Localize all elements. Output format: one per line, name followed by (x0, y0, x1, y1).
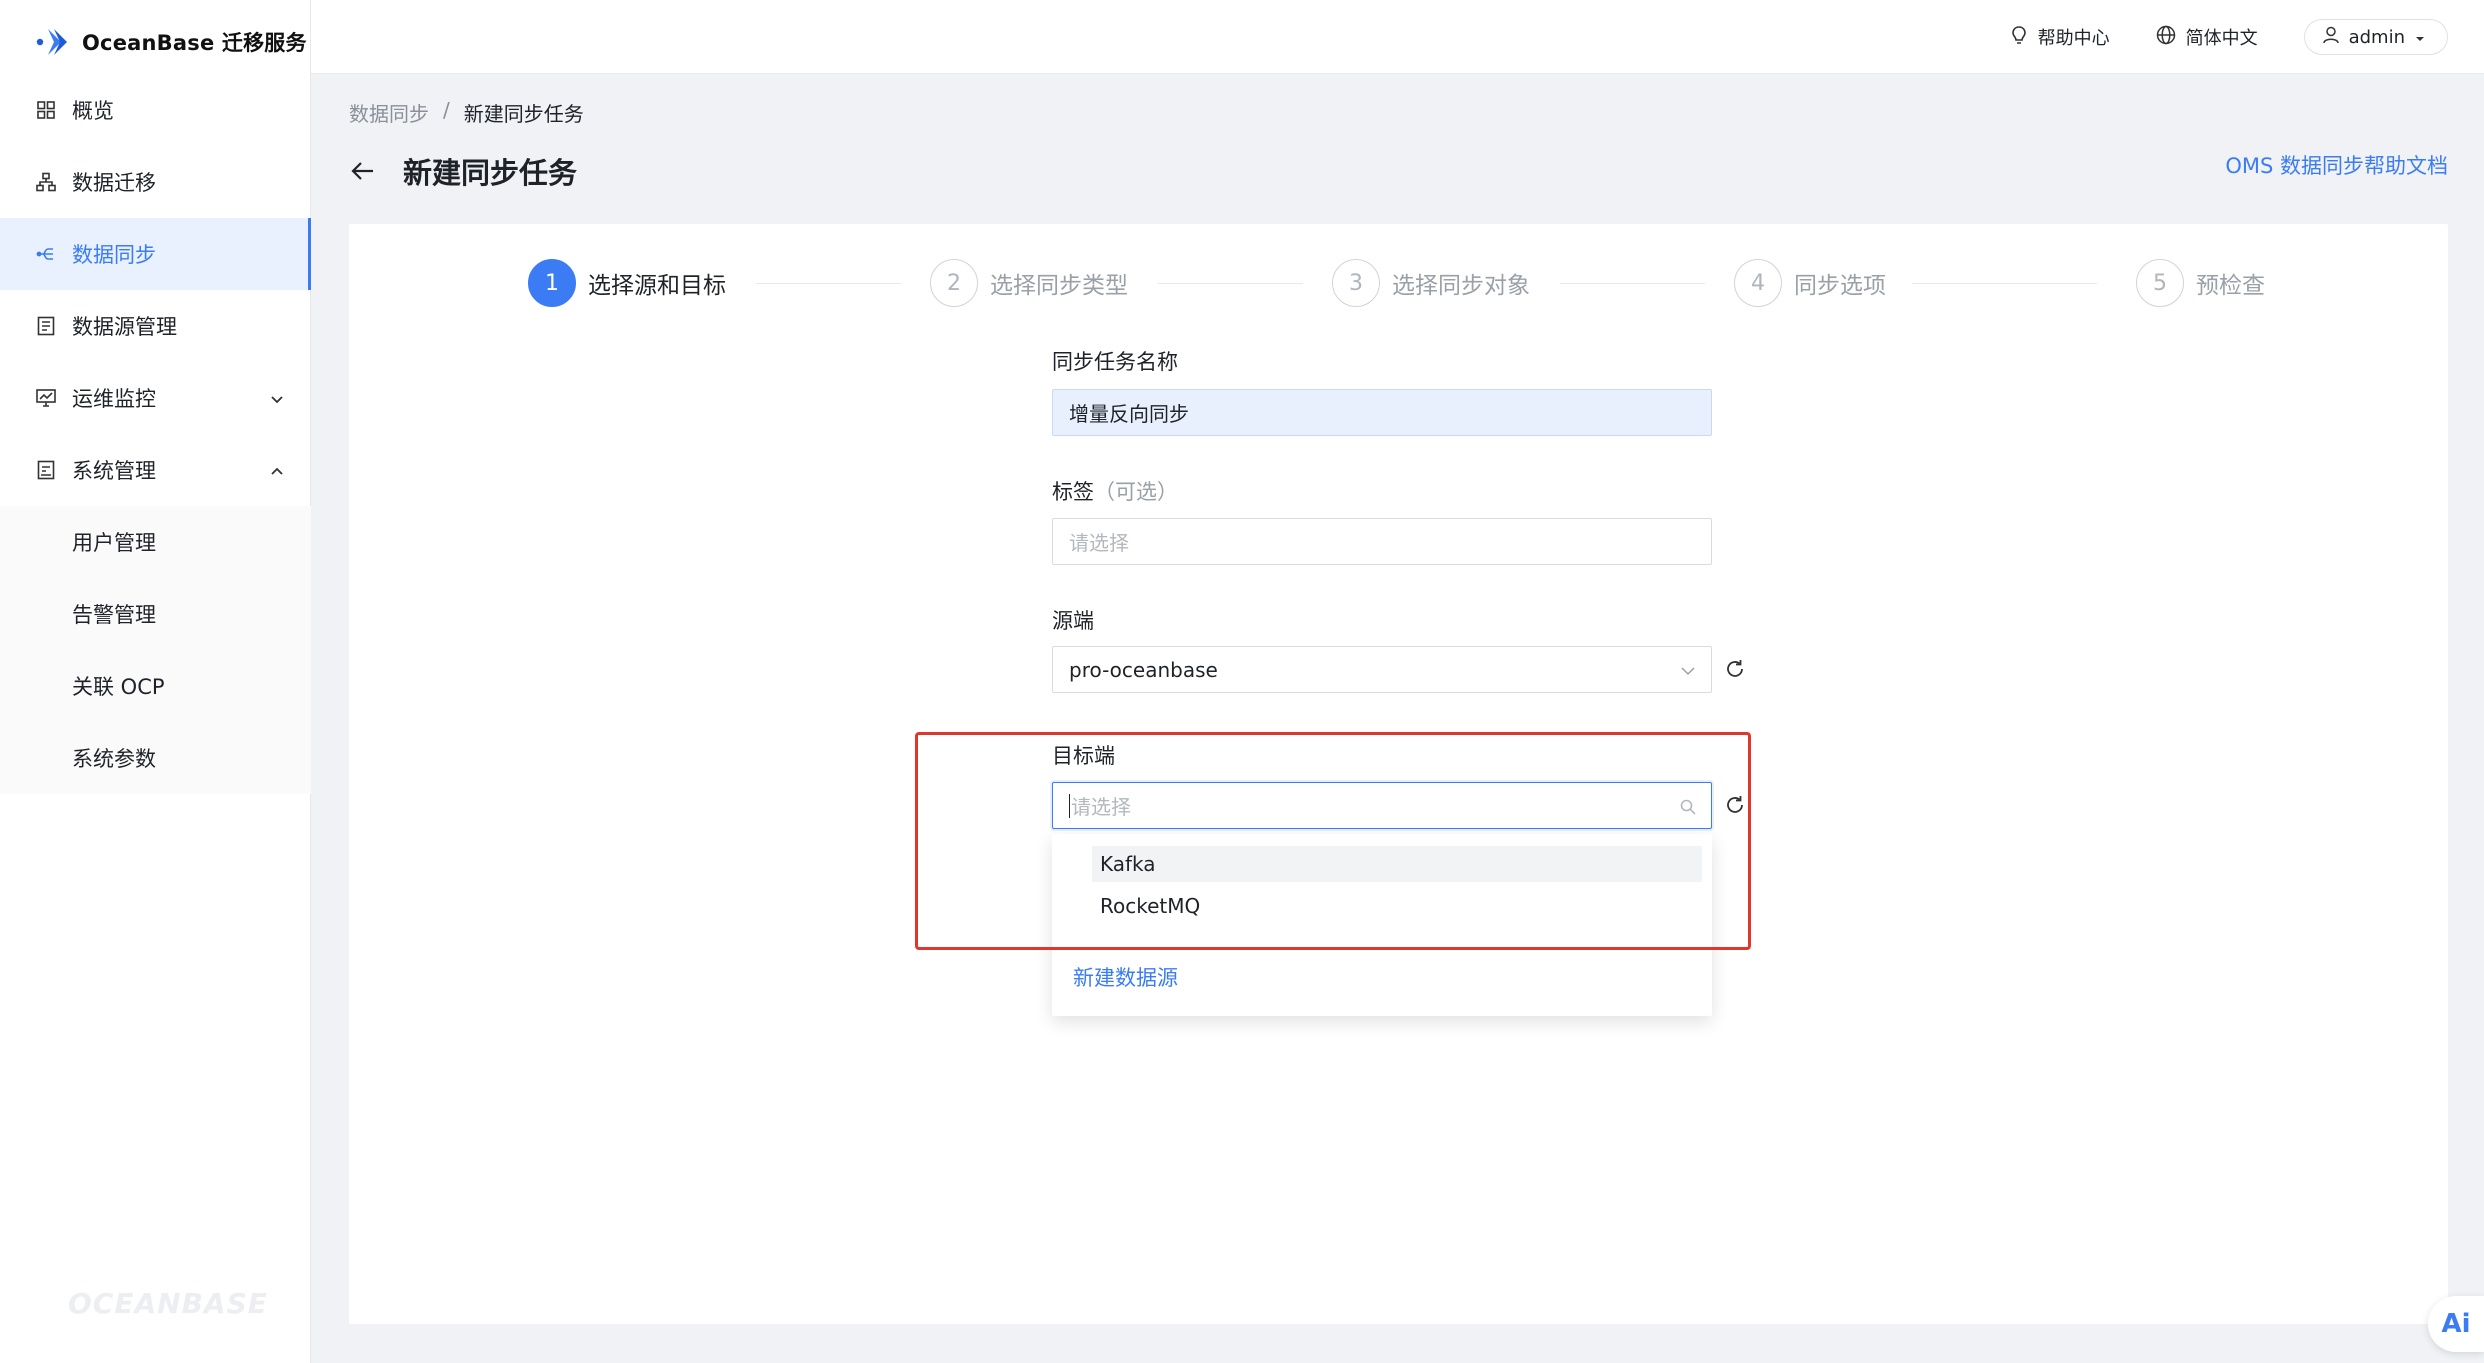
step-connector (1158, 283, 1303, 284)
monitor-chart-icon (36, 388, 56, 408)
footer-brand-logo: OCEANBASE (68, 1287, 268, 1320)
lightbulb-icon (2010, 25, 2028, 50)
language-switch[interactable]: 简体中文 (2156, 24, 2258, 50)
text-caret (1069, 793, 1070, 818)
breadcrumb: 数据同步 / 新建同步任务 (349, 98, 584, 127)
sidebar-item-label: 运维监控 (72, 387, 156, 411)
step-number: 2 (930, 259, 978, 307)
target-placeholder: 请选择 (1071, 795, 1131, 819)
sync-help-doc-link[interactable]: OMS 数据同步帮助文档 (2225, 150, 2448, 180)
back-arrow-icon[interactable] (349, 157, 377, 185)
help-center-link[interactable]: 帮助中心 (2010, 24, 2110, 50)
app-root: OceanBase 迁移服务 概览 数据迁移 数据同步 数据源管理 运维监控 系… (0, 0, 2484, 1363)
tag-optional-hint: （可选） (1094, 480, 1178, 504)
sidebar-item-system-params[interactable]: 系统参数 (0, 722, 311, 794)
step-number: 1 (528, 259, 576, 307)
sidebar-item-data-migration[interactable]: 数据迁移 (0, 146, 311, 218)
sidebar-item-user-management[interactable]: 用户管理 (0, 506, 311, 578)
task-name-input[interactable]: 增量反向同步 (1052, 389, 1712, 436)
target-select-input[interactable]: 请选择 (1052, 782, 1712, 829)
step-connector (756, 283, 901, 284)
sidebar-nav: 概览 数据迁移 数据同步 数据源管理 运维监控 系统管理 用户管理 告警管理 关… (0, 74, 311, 794)
sidebar-item-label: 数据源管理 (72, 315, 177, 339)
sidebar-subnav-system: 用户管理 告警管理 关联 OCP 系统参数 (0, 506, 311, 794)
user-icon (2322, 26, 2339, 49)
step-label: 选择同步对象 (1392, 273, 1530, 299)
search-icon (1679, 797, 1697, 815)
step-number: 3 (1332, 259, 1380, 307)
source-refresh-icon[interactable] (1724, 658, 1748, 682)
target-label: 目标端 (1052, 744, 1115, 768)
sidebar-item-datasource[interactable]: 数据源管理 (0, 290, 311, 362)
sidebar: OceanBase 迁移服务 概览 数据迁移 数据同步 数据源管理 运维监控 系… (0, 0, 311, 1363)
chevron-down-icon (269, 388, 285, 404)
step-2: 2 选择同步类型 (930, 259, 1128, 307)
sidebar-item-label: 数据迁移 (72, 171, 156, 195)
sidebar-item-system-admin[interactable]: 系统管理 (0, 434, 311, 506)
step-5: 5 预检查 (2136, 259, 2265, 307)
source-value: pro-oceanbase (1069, 657, 1218, 682)
logo[interactable]: OceanBase 迁移服务 (34, 22, 307, 62)
globe-icon (2156, 25, 2176, 50)
dropdown-option-rocketmq[interactable]: RocketMQ (1092, 888, 1702, 924)
page-title: 新建同步任务 (403, 156, 578, 190)
chevron-down-icon (1679, 661, 1697, 679)
step-1: 1 选择源和目标 (528, 259, 726, 307)
task-name-value: 增量反向同步 (1069, 402, 1189, 426)
step-connector (1560, 283, 1705, 284)
target-dropdown: Kafka RocketMQ 新建数据源 (1052, 834, 1712, 1016)
tag-select[interactable]: 请选择 (1052, 518, 1712, 565)
breadcrumb-parent[interactable]: 数据同步 (349, 98, 429, 127)
user-name: admin (2348, 26, 2405, 48)
source-label: 源端 (1052, 609, 1094, 633)
system-board-icon (36, 460, 56, 480)
page-header: 新建同步任务 (349, 150, 577, 192)
step-number: 5 (2136, 259, 2184, 307)
top-header: 帮助中心 简体中文 admin (311, 0, 2484, 74)
source-select[interactable]: pro-oceanbase (1052, 646, 1712, 693)
header-actions: 帮助中心 简体中文 admin (2010, 19, 2448, 55)
grid-icon (36, 100, 56, 120)
step-label: 选择源和目标 (588, 273, 726, 299)
ai-assistant-button[interactable]: Ai (2428, 1296, 2484, 1352)
sidebar-item-data-sync[interactable]: 数据同步 (0, 218, 311, 290)
hierarchy-icon (36, 172, 56, 192)
sidebar-item-ops-monitor[interactable]: 运维监控 (0, 362, 311, 434)
create-datasource-link[interactable]: 新建数据源 (1073, 962, 1178, 992)
tag-placeholder: 请选择 (1069, 531, 1129, 555)
step-4: 4 同步选项 (1734, 259, 1886, 307)
sidebar-item-link-ocp[interactable]: 关联 OCP (0, 650, 311, 722)
logo-text: OceanBase 迁移服务 (82, 31, 307, 55)
sidebar-item-label: 概览 (72, 99, 114, 123)
dropdown-option-kafka[interactable]: Kafka (1092, 846, 1702, 882)
steps-bar: 1 选择源和目标 2 选择同步类型 3 选择同步对象 4 同步选项 5 预检查 (349, 259, 2448, 309)
user-menu[interactable]: admin (2303, 19, 2448, 55)
help-center-label: 帮助中心 (2037, 28, 2110, 49)
sidebar-item-alert-management[interactable]: 告警管理 (0, 578, 311, 650)
step-3: 3 选择同步对象 (1332, 259, 1530, 307)
step-number: 4 (1734, 259, 1782, 307)
caret-down-icon (2415, 27, 2425, 48)
chevron-up-icon (269, 460, 285, 476)
sidebar-item-label: 系统管理 (72, 459, 156, 483)
breadcrumb-separator: / (443, 98, 450, 122)
sidebar-item-overview[interactable]: 概览 (0, 74, 311, 146)
step-connector (1912, 283, 2097, 284)
task-name-label: 同步任务名称 (1052, 350, 1178, 374)
step-label: 选择同步类型 (990, 273, 1128, 299)
language-label: 简体中文 (2185, 28, 2258, 49)
step-label: 预检查 (2196, 273, 2265, 299)
tag-label-text: 标签 (1052, 480, 1094, 504)
step-label: 同步选项 (1794, 273, 1886, 299)
tag-label: 标签（可选） (1052, 476, 1178, 506)
sync-branch-icon (36, 244, 56, 264)
target-refresh-icon[interactable] (1724, 794, 1748, 818)
oceanbase-logo-icon (34, 23, 72, 61)
sidebar-item-label: 数据同步 (72, 243, 156, 267)
database-doc-icon (36, 316, 56, 336)
breadcrumb-current: 新建同步任务 (463, 102, 584, 126)
main-card: 1 选择源和目标 2 选择同步类型 3 选择同步对象 4 同步选项 5 预检查 … (349, 224, 2448, 1324)
